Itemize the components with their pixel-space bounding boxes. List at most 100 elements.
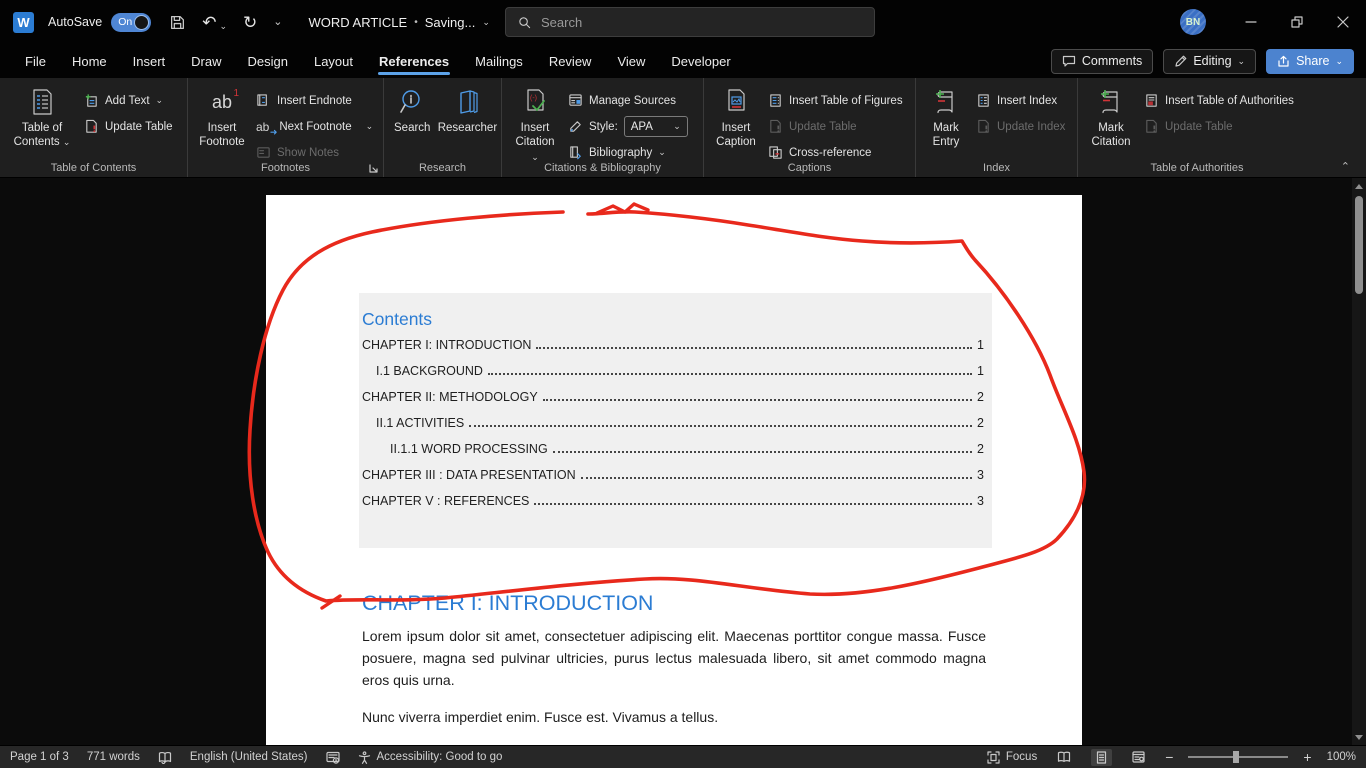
toc-entry[interactable]: II.1 ACTIVITIES2 — [362, 416, 984, 442]
manage-sources-button[interactable]: Manage Sources — [564, 90, 692, 111]
table-of-contents-button[interactable]: Table ofContents ⌄ — [6, 83, 78, 150]
accessibility-status[interactable]: Accessibility: Good to go — [358, 751, 503, 764]
captions-update-table-button[interactable]: Update Table — [764, 116, 907, 137]
share-button[interactable]: Share ⌄ — [1266, 49, 1354, 74]
insert-endnote-button[interactable]: Insert Endnote — [252, 90, 377, 111]
print-layout-icon — [1096, 751, 1107, 764]
heading-chapter-1[interactable]: CHAPTER I: INTRODUCTION — [362, 591, 653, 616]
cross-reference-label: Cross-reference — [789, 147, 871, 159]
scroll-down-arrow[interactable] — [1352, 731, 1366, 743]
document-body-text[interactable]: Lorem ipsum dolor sit amet, consectetuer… — [362, 625, 986, 745]
mark-citation-button[interactable]: MarkCitation — [1084, 83, 1138, 150]
editing-button[interactable]: Editing ⌄ — [1163, 49, 1256, 74]
update-table-icon — [84, 119, 99, 134]
focus-mode-button[interactable]: Focus — [987, 751, 1037, 764]
web-layout-button[interactable] — [1127, 749, 1150, 765]
toc-entry-page: 3 — [974, 468, 984, 482]
ribbon-group-research: Search Researcher Research — [384, 78, 502, 177]
tab-review[interactable]: Review — [536, 44, 605, 78]
next-footnote-button[interactable]: ab➜ Next Footnote ⌄ — [252, 116, 377, 137]
insert-citation-button[interactable]: (-) InsertCitation ⌄ — [508, 83, 562, 164]
show-notes-button[interactable]: Show Notes — [252, 142, 377, 163]
paragraph[interactable]: Nunc viverra imperdiet enim. Fusce est. … — [362, 706, 986, 728]
undo-button[interactable]: ↶ ⌄ — [202, 14, 227, 31]
redo-button[interactable]: ↻ — [243, 14, 257, 31]
tab-developer[interactable]: Developer — [658, 44, 743, 78]
word-app-icon[interactable]: W — [13, 12, 34, 33]
maximize-button[interactable] — [1274, 0, 1320, 44]
toc-title[interactable]: Contents — [362, 309, 984, 330]
zoom-slider-thumb[interactable] — [1233, 751, 1239, 763]
proofing-status-button[interactable] — [158, 751, 172, 764]
insert-caption-button[interactable]: InsertCaption — [710, 83, 762, 150]
insert-table-of-authorities-button[interactable]: Insert Table of Authorities — [1140, 90, 1298, 111]
document-page[interactable]: Contents CHAPTER I: INTRODUCTION1 I.1 BA… — [266, 195, 1082, 745]
qat-more-button[interactable]: ⌄ — [273, 17, 282, 28]
quick-access-toolbar: ↶ ⌄ ↻ ⌄ — [169, 14, 282, 31]
toc-dot-leader — [536, 347, 972, 349]
tab-draw[interactable]: Draw — [178, 44, 234, 78]
toc-entry[interactable]: CHAPTER III : DATA PRESENTATION3 — [362, 468, 984, 494]
zoom-slider[interactable] — [1188, 756, 1288, 758]
save-icon[interactable] — [169, 14, 186, 31]
minimize-button[interactable] — [1228, 0, 1274, 44]
bibliography-button[interactable]: Bibliography ⌄ — [564, 142, 692, 163]
autosave-toggle[interactable]: On — [111, 13, 151, 32]
read-mode-button[interactable] — [1052, 749, 1076, 765]
tab-references[interactable]: References — [366, 44, 462, 78]
zoom-out-button[interactable]: − — [1165, 750, 1173, 764]
zoom-in-button[interactable]: + — [1303, 750, 1311, 764]
word-count[interactable]: 771 words — [87, 751, 140, 763]
zoom-level[interactable]: 100% — [1327, 751, 1356, 763]
scroll-up-arrow[interactable] — [1352, 180, 1366, 192]
print-layout-button[interactable] — [1091, 749, 1112, 766]
insert-caption-icon — [721, 87, 751, 117]
avatar[interactable]: BN — [1180, 9, 1206, 35]
tab-layout[interactable]: Layout — [301, 44, 366, 78]
document-title[interactable]: WORD ARTICLE • Saving... ⌄ — [308, 15, 489, 30]
footnotes-dialog-launcher[interactable] — [368, 163, 379, 174]
style-dropdown[interactable]: APA ⌄ — [624, 116, 688, 137]
tab-insert[interactable]: Insert — [120, 44, 179, 78]
tab-design[interactable]: Design — [235, 44, 301, 78]
toc-entry[interactable]: I.1 BACKGROUND1 — [362, 364, 984, 390]
vertical-scrollbar[interactable] — [1352, 178, 1366, 745]
update-table-button[interactable]: Update Table — [80, 116, 177, 137]
comments-button[interactable]: Comments — [1051, 49, 1153, 74]
scrollbar-thumb[interactable] — [1355, 196, 1363, 294]
search-button[interactable]: Search — [390, 83, 434, 135]
group-label-citations: Citations & Bibliography — [502, 162, 703, 174]
search-box[interactable] — [505, 7, 875, 37]
paragraph[interactable]: Lorem ipsum dolor sit amet, consectetuer… — [362, 625, 986, 691]
mark-entry-button[interactable]: MarkEntry — [922, 83, 970, 150]
language-indicator[interactable]: English (United States) — [190, 751, 308, 763]
toc-entry[interactable]: II.1.1 WORD PROCESSING2 — [362, 442, 984, 468]
text-predictions-button[interactable] — [326, 751, 340, 764]
toc-label-2: Contents — [14, 136, 60, 148]
insert-table-of-figures-button[interactable]: Insert Table of Figures — [764, 90, 907, 111]
toc-entry[interactable]: CHAPTER II: METHODOLOGY2 — [362, 390, 984, 416]
tab-home[interactable]: Home — [59, 44, 120, 78]
tab-mailings[interactable]: Mailings — [462, 44, 536, 78]
tab-file[interactable]: File — [12, 44, 59, 78]
style-label: Style: — [589, 121, 618, 133]
tab-view[interactable]: View — [604, 44, 658, 78]
toc-entry[interactable]: CHAPTER V : REFERENCES3 — [362, 494, 984, 520]
search-input[interactable] — [541, 15, 821, 30]
collapse-ribbon-button[interactable]: ⌃ — [1341, 160, 1350, 173]
page-indicator[interactable]: Page 1 of 3 — [10, 751, 69, 763]
add-text-button[interactable]: Add Text ⌄ — [80, 90, 177, 111]
add-text-icon — [84, 93, 99, 108]
toc-entry-page: 1 — [974, 338, 984, 352]
authorities-update-table-button[interactable]: Update Table — [1140, 116, 1298, 137]
ribbon-group-index: MarkEntry Insert Index Update Index Inde… — [916, 78, 1078, 177]
cross-reference-button[interactable]: Cross-reference — [764, 142, 907, 163]
table-of-contents-field[interactable]: Contents CHAPTER I: INTRODUCTION1 I.1 BA… — [359, 293, 992, 548]
undo-chevron-icon: ⌄ — [219, 22, 227, 31]
researcher-button[interactable]: Researcher — [436, 83, 498, 135]
toc-entry[interactable]: CHAPTER I: INTRODUCTION1 — [362, 338, 984, 364]
close-button[interactable] — [1320, 0, 1366, 44]
insert-index-button[interactable]: Insert Index — [972, 90, 1069, 111]
insert-footnote-button[interactable]: ab1 InsertFootnote — [194, 83, 250, 150]
update-index-button[interactable]: Update Index — [972, 116, 1069, 137]
